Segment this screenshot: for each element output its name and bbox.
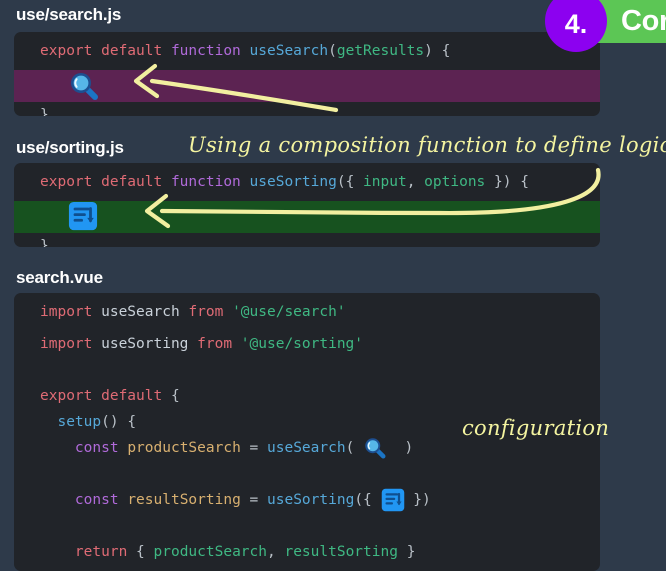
code-token: resultSorting — [284, 544, 398, 560]
code-line: import useSearch from '@use/search' — [14, 293, 600, 331]
sort-icon-marker — [68, 201, 98, 231]
code-token: useSearch — [101, 304, 188, 320]
code-token: ({ — [337, 174, 363, 190]
code-token — [40, 492, 75, 508]
code-token: { — [136, 544, 153, 560]
code-token: }) { — [485, 174, 529, 190]
code-token: input — [363, 174, 407, 190]
code-line: } — [14, 102, 600, 116]
code-token — [40, 414, 57, 430]
code-token: ) — [387, 440, 413, 456]
code-token: getResults — [337, 43, 424, 59]
code-token: = — [250, 492, 267, 508]
step-banner: Cor — [597, 0, 666, 43]
code-token: ) { — [424, 43, 450, 59]
code-line: export default function useSearch(getRes… — [14, 32, 600, 70]
code-token: productSearch — [154, 544, 268, 560]
code-token: resultSorting — [127, 492, 249, 508]
code-token — [40, 544, 75, 560]
code-token: useSorting — [267, 492, 354, 508]
code-token: } — [40, 107, 49, 116]
code-block-search-js: export default function useSearch(getRes… — [14, 32, 600, 116]
file-label-search-js: use/search.js — [16, 5, 121, 25]
code-line — [14, 201, 600, 233]
code-line: return { productSearch, resultSorting } — [14, 539, 600, 565]
code-token: { — [171, 388, 180, 404]
code-token: from — [188, 304, 232, 320]
code-token: return — [75, 544, 136, 560]
step-banner-label: Cor — [597, 5, 666, 38]
code-token: function — [171, 43, 250, 59]
code-token: const — [75, 492, 127, 508]
code-token: } — [398, 544, 415, 560]
step-number-label: 4. — [565, 2, 588, 40]
code-token: productSearch — [127, 440, 249, 456]
code-line: export default function useSorting({ inp… — [14, 163, 600, 201]
file-label-sorting-js: use/sorting.js — [16, 138, 124, 158]
code-line — [14, 513, 600, 539]
code-token: = — [250, 440, 267, 456]
code-token: '@use/sorting' — [241, 336, 363, 352]
code-token: setup — [57, 414, 101, 430]
code-token: ( — [328, 43, 337, 59]
code-token: const — [75, 440, 127, 456]
code-token: () { — [101, 414, 136, 430]
code-token: import — [40, 304, 101, 320]
code-token: , — [267, 544, 284, 560]
code-token: }) — [405, 492, 431, 508]
code-block-sorting-js: export default function useSorting({ inp… — [14, 163, 600, 247]
code-token — [40, 440, 75, 456]
code-token: ( — [346, 440, 363, 456]
file-label-search-vue: search.vue — [16, 268, 103, 288]
code-line: import useSorting from '@use/sorting' — [14, 331, 600, 357]
code-token: useSorting — [101, 336, 197, 352]
sort-icon-inline — [381, 487, 405, 513]
annotation-configuration: configuration — [462, 416, 609, 440]
code-line: const resultSorting = useSorting({ }) — [14, 487, 600, 513]
code-token: useSorting — [250, 174, 337, 190]
code-line — [14, 70, 600, 102]
search-icon-marker — [68, 70, 100, 102]
code-token: options — [424, 174, 485, 190]
code-token: ({ — [354, 492, 380, 508]
sort-icon — [381, 488, 405, 512]
code-token: function — [171, 174, 250, 190]
code-token: useSearch — [250, 43, 329, 59]
search-icon — [68, 70, 100, 102]
code-token: } — [40, 238, 49, 247]
code-token: useSearch — [267, 440, 346, 456]
code-token: '@use/search' — [232, 304, 346, 320]
code-line — [14, 357, 600, 383]
code-line: } — [14, 233, 600, 247]
code-token: , — [407, 174, 424, 190]
sort-icon — [68, 201, 98, 231]
code-token: export default — [40, 43, 171, 59]
annotation-composition-function: Using a composition function to define l… — [188, 133, 666, 157]
code-token: export default — [40, 388, 171, 404]
search-icon-inline — [363, 435, 387, 461]
code-line: } — [14, 565, 600, 571]
code-line: export default { — [14, 383, 600, 409]
code-token: import — [40, 336, 101, 352]
search-icon — [363, 436, 387, 460]
code-token: from — [197, 336, 241, 352]
code-line — [14, 461, 600, 487]
code-token: export default — [40, 174, 171, 190]
